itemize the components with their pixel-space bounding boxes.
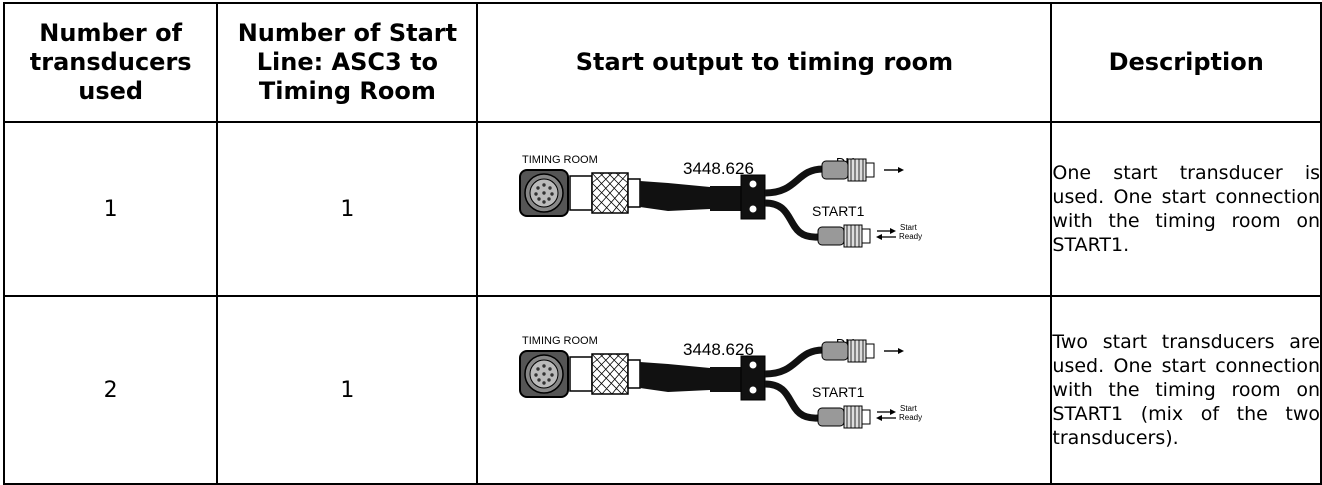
cable-diagram: TIMING ROOM 3448.626 DH START1 Start Rea… [478,149,1050,269]
panel-connector [519,350,570,398]
header-start-output: Start output to timing room [476,2,1053,123]
start-lines-count: 1 [216,121,479,297]
start1-plug [817,405,871,429]
header-transducers: Number of transducers used [2,2,219,123]
ready-signal-label: Ready [899,232,922,241]
cable-diagram-image: TIMING ROOM 3448.626 DH START1 Start Rea… [519,335,923,429]
start-signal-label: Start [900,223,918,232]
connection-table: Number of transducers used Number of Sta… [2,2,1322,485]
header-description: Description [1050,2,1322,123]
coupling-nut [569,356,594,392]
start1-label: START1 [812,203,865,219]
table-row: 2 1 TIMING ROOM 3448.626 DH START1 Start… [2,295,1322,485]
dh-plug [821,339,875,363]
cable-diagram-cell: TIMING ROOM 3448.626 DH START1 Start Rea… [476,121,1053,297]
panel-connector [519,169,570,217]
start-signal-label: Start [900,404,918,413]
cable-diagram-cell: TIMING ROOM 3448.626 DH START1 Start Rea… [476,295,1053,485]
knurled-grip [591,353,630,395]
timing-room-label: TIMING ROOM [522,154,598,166]
transducers-count: 1 [2,121,219,297]
start-lines-count: 1 [216,295,479,485]
description-cell: One start transducer is used. One start … [1050,121,1322,297]
header-row: Number of transducers used Number of Sta… [2,2,1322,123]
description-cell: Two start transducers are used. One star… [1050,295,1322,485]
timing-room-label: TIMING ROOM [522,335,598,347]
start1-label: START1 [812,384,865,400]
ready-signal-label: Ready [899,413,922,422]
table-row: 1 1 TIMING ROOM 3448.626 DH START1 Start… [2,121,1322,297]
coupling-nut [569,175,594,211]
transducers-count: 2 [2,295,219,485]
knurled-grip [591,172,630,214]
start1-plug [817,224,871,248]
dh-plug [821,158,875,182]
cable-diagram: TIMING ROOM 3448.626 DH START1 Start Rea… [478,330,1050,450]
header-start-lines: Number of Start Line: ASC3 to Timing Roo… [216,2,479,123]
cable-diagram-image: TIMING ROOM 3448.626 DH START1 Start Rea… [519,154,923,248]
